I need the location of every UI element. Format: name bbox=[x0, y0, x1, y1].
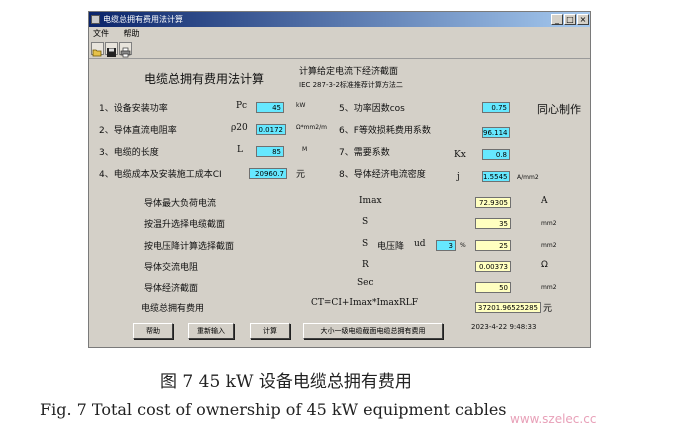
compare-sections-button[interactable]: 大小一级电缆截面电缆总拥有费用 bbox=[303, 323, 443, 339]
result-imax-symbol: Imax bbox=[359, 196, 382, 206]
total-cost-formula: CT=CI+Imax*ImaxRLF bbox=[311, 298, 418, 308]
window-title: 电缆总拥有费用法计算 bbox=[103, 15, 183, 24]
param-j-label: 8、导体经济电流密度 bbox=[339, 170, 426, 180]
result-total-cost-label: 电缆总拥有费用 bbox=[141, 304, 205, 314]
temp-section-unit: mm2 bbox=[541, 220, 557, 227]
minimize-button[interactable]: _ bbox=[551, 14, 563, 25]
resistivity-input[interactable]: 0.0172 bbox=[256, 124, 286, 135]
length-input[interactable]: 85 bbox=[256, 146, 284, 157]
param-pf-label: 5、功率因数cos bbox=[339, 104, 405, 114]
power-unit: kW bbox=[296, 102, 306, 109]
total-cost-output: 37201.96525285 bbox=[475, 302, 541, 313]
result-ac-resistance-symbol: R bbox=[362, 260, 369, 270]
param-resistivity-label: 2、导体直流电阻率 bbox=[99, 126, 177, 136]
imax-unit: A bbox=[541, 196, 548, 206]
param-f-label: 6、F等效损耗费用系数 bbox=[339, 126, 431, 136]
help-button[interactable]: 帮助 bbox=[133, 323, 173, 339]
author-label: 同心制作 bbox=[537, 103, 581, 116]
length-unit: M bbox=[302, 146, 308, 153]
total-cost-unit: 元 bbox=[543, 304, 553, 314]
form-title: 电缆总拥有费用法计算 bbox=[144, 72, 265, 86]
result-econ-section-symbol: Sec bbox=[357, 278, 374, 288]
calculate-button[interactable]: 计算 bbox=[250, 323, 290, 339]
close-button[interactable]: × bbox=[577, 14, 589, 25]
param-power-symbol: Pc bbox=[236, 101, 248, 111]
save-icon[interactable] bbox=[105, 42, 118, 57]
toolbar-divider bbox=[89, 58, 590, 59]
j-input[interactable]: 1.5545 bbox=[482, 171, 510, 182]
param-length-label: 3、电缆的长度 bbox=[99, 148, 159, 158]
param-resistivity-symbol: ρ20 bbox=[231, 123, 248, 133]
cost-unit: 元 bbox=[296, 170, 306, 180]
voltage-drop-label: 电压降 bbox=[377, 242, 405, 252]
form-subtitle: 计算给定电流下经济截面 bbox=[299, 67, 399, 77]
param-power-label: 1、设备安装功率 bbox=[99, 104, 168, 114]
figure-caption-cn: 图 7 45 kW 设备电缆总拥有费用 bbox=[160, 372, 412, 392]
menu-help[interactable]: 帮助 bbox=[124, 29, 140, 38]
result-imax-label: 导体最大负荷电流 bbox=[144, 199, 217, 209]
result-econ-section-label: 导体经济截面 bbox=[144, 284, 199, 294]
voltage-drop-symbol: ud bbox=[414, 239, 426, 249]
param-kx-label: 7、需要系数 bbox=[339, 148, 390, 158]
vd-section-unit: mm2 bbox=[541, 242, 557, 249]
reenter-button[interactable]: 重新输入 bbox=[188, 323, 234, 339]
param-length-symbol: L bbox=[237, 145, 243, 155]
pf-input[interactable]: 0.75 bbox=[482, 102, 510, 113]
kx-input[interactable]: 0.8 bbox=[482, 149, 510, 160]
temp-section-output: 35 bbox=[475, 218, 511, 229]
voltage-drop-input[interactable]: 3 bbox=[436, 240, 456, 251]
figure-caption-en: Fig. 7 Total cost of ownership of 45 kW … bbox=[40, 400, 507, 419]
ac-resistance-unit: Ω bbox=[541, 260, 548, 270]
f-input[interactable]: 96.114 bbox=[482, 127, 510, 138]
result-temp-section-label: 按温升选择电缆截面 bbox=[144, 220, 226, 230]
power-input[interactable]: 45 bbox=[256, 102, 284, 113]
form-standard: IEC 287-3-2标准推荐计算方法二 bbox=[299, 81, 403, 89]
param-cost-label: 4、电缆成本及安装施工成本CI bbox=[99, 170, 222, 180]
maximize-button[interactable]: □ bbox=[564, 14, 576, 25]
menu-bar: 文件 帮助 bbox=[89, 28, 590, 40]
vd-section-output: 25 bbox=[475, 240, 511, 251]
param-j-symbol: j bbox=[457, 172, 460, 182]
econ-section-output: 50 bbox=[475, 282, 511, 293]
result-temp-section-symbol: S bbox=[362, 217, 369, 227]
result-ac-resistance-label: 导体交流电阻 bbox=[144, 263, 199, 273]
title-bar: 电缆总拥有费用法计算 _ □ × bbox=[89, 12, 590, 27]
econ-section-unit: mm2 bbox=[541, 284, 557, 291]
app-icon bbox=[91, 15, 100, 24]
print-icon[interactable] bbox=[119, 42, 132, 58]
param-kx-symbol: Kx bbox=[454, 150, 466, 160]
timestamp: 2023-4-22 9:48:33 bbox=[471, 323, 537, 331]
imax-output: 72.9305 bbox=[475, 197, 511, 208]
result-vd-section-symbol: S bbox=[362, 239, 369, 249]
resistivity-unit: Ω*mm2/m bbox=[296, 124, 327, 131]
watermark: www.szelec.cc bbox=[510, 412, 597, 426]
voltage-drop-unit: % bbox=[460, 242, 466, 249]
result-vd-section-label: 按电压降计算选择截面 bbox=[144, 242, 235, 252]
cost-input[interactable]: 20960.7 bbox=[249, 168, 287, 179]
menu-file[interactable]: 文件 bbox=[93, 29, 109, 38]
ac-resistance-output: 0.00373 bbox=[475, 261, 511, 272]
open-icon[interactable] bbox=[91, 42, 104, 57]
app-window: 电缆总拥有费用法计算 _ □ × 文件 帮助 电缆总拥有费用法计算 计算给定电流… bbox=[88, 11, 591, 348]
j-unit: A/mm2 bbox=[517, 174, 539, 181]
